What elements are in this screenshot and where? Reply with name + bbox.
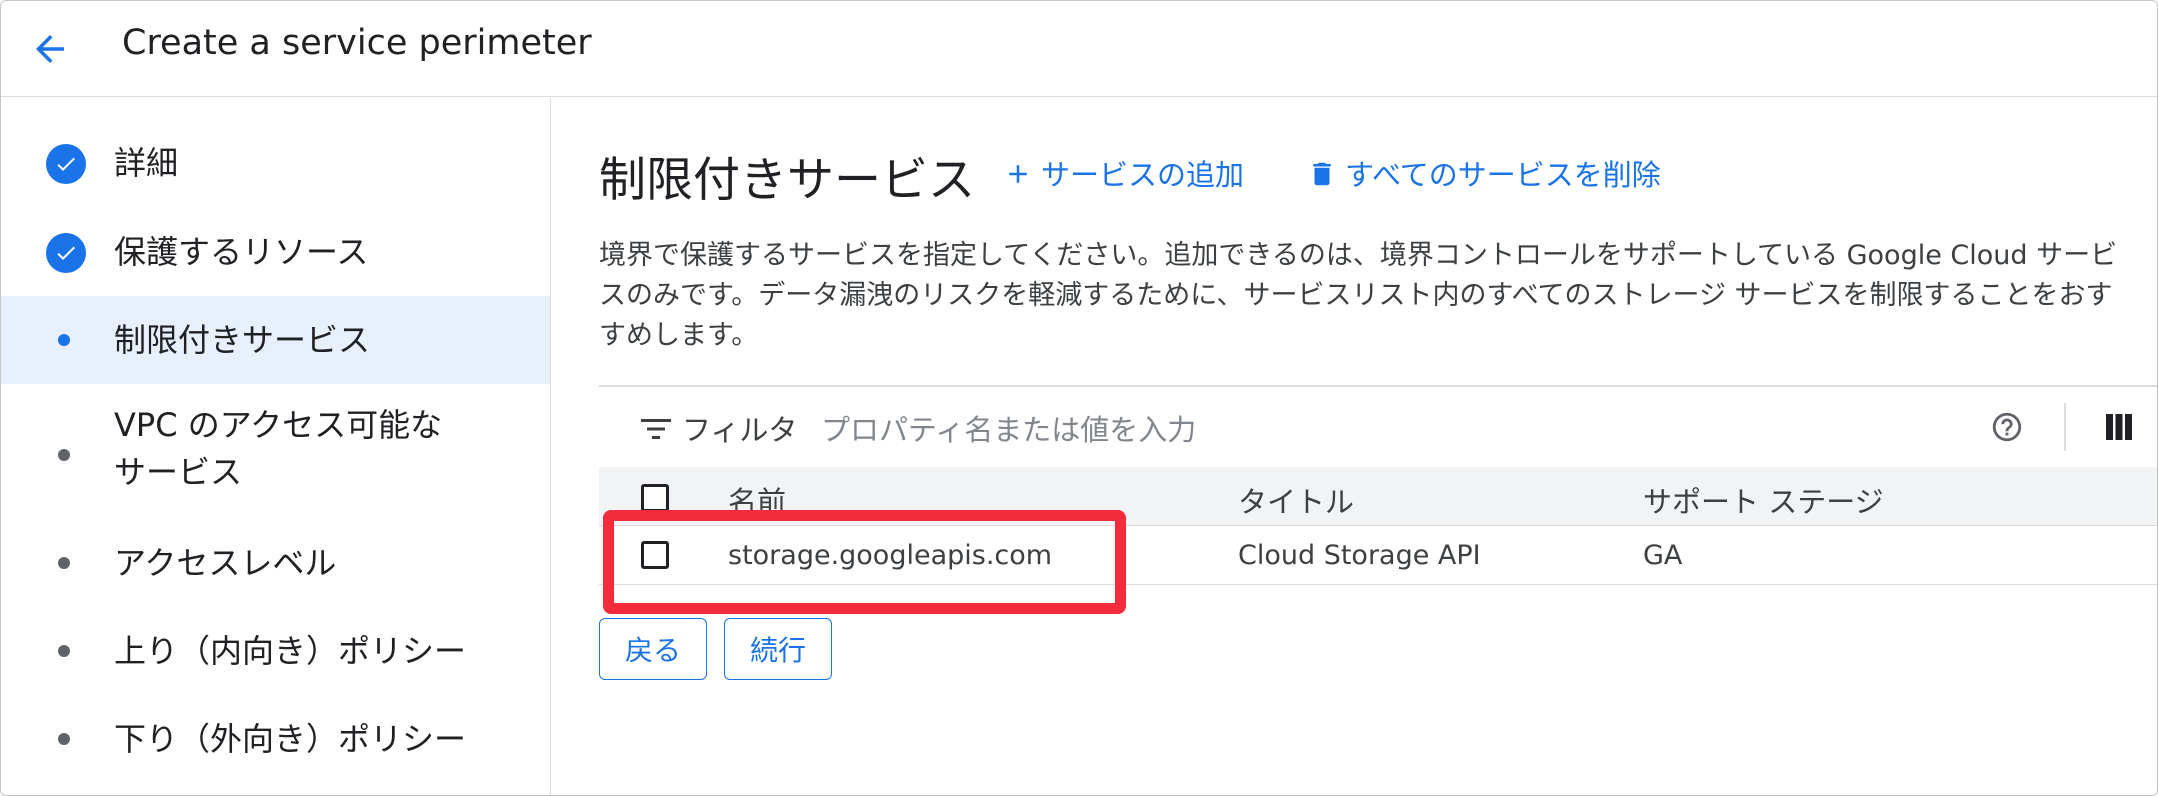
continue-button[interactable]: 続行 [724, 618, 832, 680]
page-header: Create a service perimeter [1, 1, 2157, 97]
trash-icon [1307, 158, 1337, 197]
step-label: 制限付きサービス [114, 321, 371, 359]
filter-input[interactable]: プロパティ名または値を入力 [821, 407, 1196, 449]
step-access-levels[interactable]: アクセスレベル [1, 528, 550, 598]
stepper-sidebar: 詳細 保護するリソース 制限付きサービス VPC のアクセス可能な サービス ア… [1, 98, 551, 795]
column-display-icon[interactable] [2106, 414, 2132, 444]
filter-icon[interactable] [641, 417, 671, 445]
step-vpc-accessible-services[interactable]: VPC のアクセス可能な サービス [1, 398, 550, 508]
step-label: アクセスレベル [114, 544, 337, 582]
filter-label: フィルタ [682, 413, 798, 447]
service-name-cell: storage.googleapis.com [728, 540, 1053, 571]
step-label-line2: サービス [114, 453, 243, 491]
back-button[interactable]: 戻る [599, 618, 707, 680]
table-header: 名前 タイトル サポート ステージ [599, 467, 2157, 526]
active-step-dot-icon [58, 334, 70, 346]
step-dot-icon [58, 645, 70, 657]
step-label: 上り（内向き）ポリシー [114, 632, 467, 670]
divider [599, 385, 2157, 387]
column-header-title[interactable]: タイトル [1238, 479, 1354, 521]
check-circle-icon [46, 233, 86, 273]
back-arrow-icon[interactable] [29, 28, 71, 70]
check-circle-icon [46, 144, 86, 184]
step-label: 保護するリソース [114, 233, 369, 271]
step-dot-icon [58, 557, 70, 569]
plus-icon [1003, 159, 1033, 196]
step-restricted-services[interactable]: 制限付きサービス [1, 296, 550, 384]
description-line: すめします。 [599, 320, 759, 351]
support-stage-cell: GA [1643, 540, 1683, 571]
remove-all-services-button[interactable]: すべてのサービスを削除 [1307, 152, 1661, 197]
add-service-label: サービスの追加 [1041, 158, 1245, 192]
description-line: 境界で保護するサービスを指定してください。追加できるのは、境界コントロールをサポ… [599, 240, 2118, 271]
section-title: 制限付きサービス [599, 153, 975, 208]
step-label: VPC のアクセス可能な [114, 406, 443, 444]
step-egress-policy[interactable]: 下り（外向き）ポリシー [1, 704, 550, 774]
description-line: スのみです。データ漏洩のリスクを軽減するために、サービスリスト内のすべてのストレ… [599, 280, 2113, 311]
help-icon[interactable] [1990, 410, 2024, 444]
section-description: 境界で保護するサービスを指定してください。追加できるのは、境界コントロールをサポ… [599, 236, 2157, 356]
step-label: 下り（外向き）ポリシー [114, 720, 467, 758]
service-title-cell: Cloud Storage API [1238, 540, 1481, 571]
page-title: Create a service perimeter [122, 23, 592, 63]
add-service-button[interactable]: サービスの追加 [1003, 152, 1244, 196]
remove-all-label: すべてのサービスを削除 [1345, 158, 1661, 192]
step-dot-icon [58, 733, 70, 745]
step-protected-resources[interactable]: 保護するリソース [1, 218, 550, 278]
step-ingress-policy[interactable]: 上り（内向き）ポリシー [1, 616, 550, 686]
row-checkbox[interactable] [641, 541, 669, 569]
step-dot-icon [58, 449, 70, 461]
column-header-name[interactable]: 名前 [728, 479, 786, 521]
toolbar-separator [2064, 403, 2066, 451]
step-label: 詳細 [114, 144, 179, 182]
app-frame: Create a service perimeter 詳細 保護するリソース 制… [0, 0, 2158, 796]
step-details[interactable]: 詳細 [1, 98, 550, 184]
select-all-checkbox[interactable] [641, 484, 669, 512]
table-row: storage.googleapis.com Cloud Storage API… [599, 526, 2157, 585]
column-header-support-stage[interactable]: サポート ステージ [1643, 479, 1884, 521]
